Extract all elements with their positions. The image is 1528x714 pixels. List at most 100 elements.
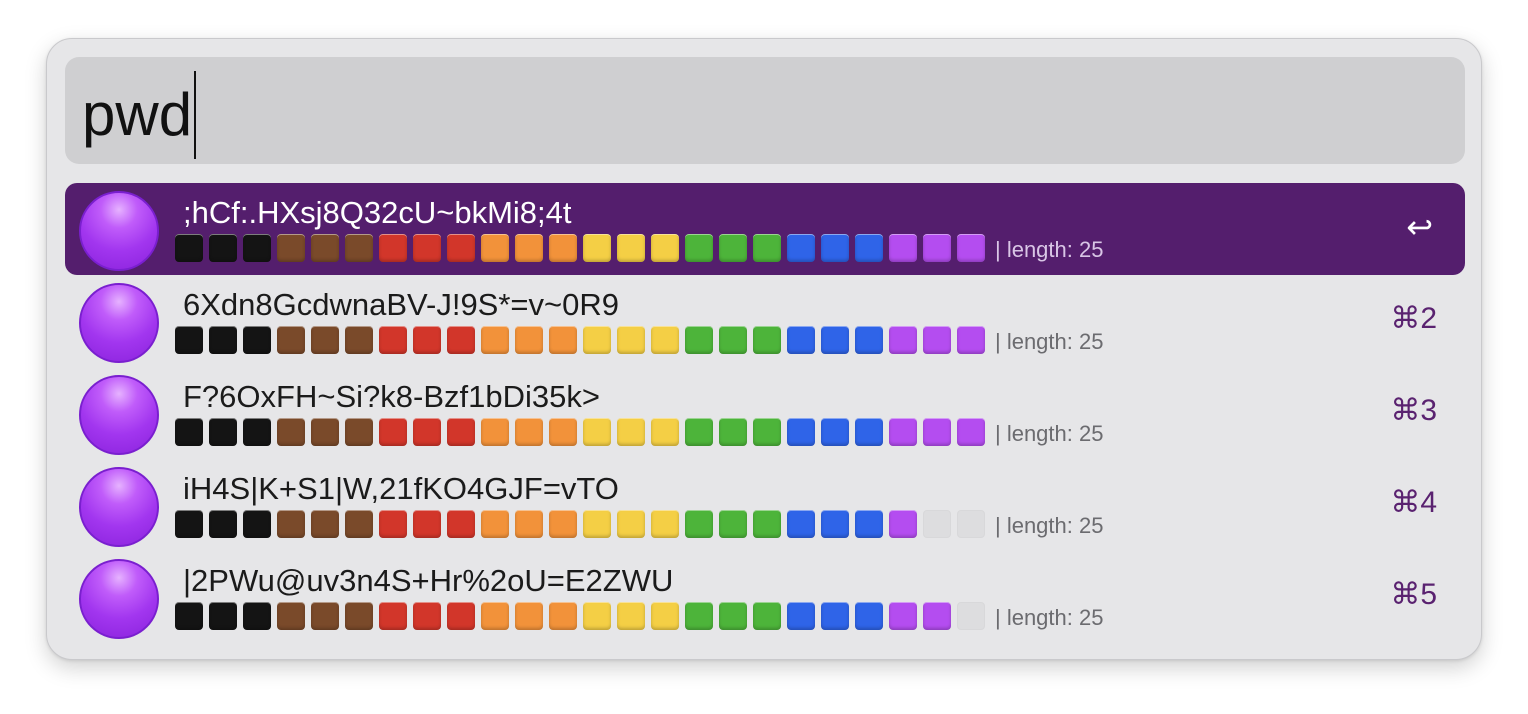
result-row[interactable]: |2PWu@uv3n4S+Hr%2oU=E2ZWU | length: 25 ⌘… (65, 551, 1465, 643)
strength-square-filled (753, 234, 781, 262)
purple-circle-icon (79, 283, 159, 363)
search-query-text: pwd (82, 81, 193, 148)
strength-square-filled (209, 602, 237, 630)
strength-square-empty (957, 510, 985, 538)
strength-square-filled (277, 234, 305, 262)
strength-square-filled (685, 234, 713, 262)
strength-square-filled (515, 234, 543, 262)
strength-square-filled (617, 510, 645, 538)
strength-meter: | length: 25 (175, 417, 1103, 447)
strength-square-filled (889, 510, 917, 538)
strength-square-filled (651, 326, 679, 354)
strength-square-filled (175, 602, 203, 630)
strength-square-filled (549, 418, 577, 446)
length-label: | length: 25 (995, 513, 1104, 538)
strength-square-filled (923, 326, 951, 354)
strength-square-filled (957, 326, 985, 354)
length-label: | length: 25 (995, 605, 1104, 630)
strength-meter: | length: 25 (175, 233, 1103, 263)
strength-square-filled (651, 510, 679, 538)
strength-square-filled (515, 510, 543, 538)
strength-square-filled (311, 602, 339, 630)
strength-square-filled (447, 510, 475, 538)
strength-square-filled (923, 602, 951, 630)
strength-square-filled (447, 234, 475, 262)
strength-square-filled (379, 234, 407, 262)
password-text: ;hCf:.HXsj8Q32cU~bkMi8;4t (183, 195, 572, 230)
strength-square-filled (583, 418, 611, 446)
text-cursor (194, 71, 197, 159)
strength-square-filled (889, 326, 917, 354)
strength-square-filled (345, 234, 373, 262)
strength-square-filled (753, 418, 781, 446)
search-input[interactable]: pwd (82, 71, 197, 159)
strength-square-filled (821, 234, 849, 262)
strength-square-filled (753, 510, 781, 538)
command-shortcut: ⌘5 (1390, 578, 1437, 611)
strength-square-filled (209, 234, 237, 262)
password-text: F?6OxFH~Si?k8-Bzf1bDi35k> (183, 379, 600, 414)
strength-square-filled (719, 418, 747, 446)
strength-square-filled (651, 418, 679, 446)
length-label: | length: 25 (995, 421, 1104, 446)
result-row[interactable]: ;hCf:.HXsj8Q32cU~bkMi8;4t | length: 25 ↩ (65, 183, 1465, 275)
strength-square-filled (379, 602, 407, 630)
strength-square-filled (923, 234, 951, 262)
strength-square-filled (957, 234, 985, 262)
strength-square-filled (855, 234, 883, 262)
strength-square-filled (719, 510, 747, 538)
strength-square-filled (413, 234, 441, 262)
strength-square-filled (583, 602, 611, 630)
length-label: | length: 25 (995, 237, 1104, 262)
strength-square-filled (379, 418, 407, 446)
strength-square-filled (617, 326, 645, 354)
command-shortcut: ⌘3 (1390, 394, 1437, 427)
password-text: 6Xdn8GcdwnaBV-J!9S*=v~0R9 (183, 287, 619, 322)
strength-square-filled (685, 510, 713, 538)
strength-square-filled (583, 326, 611, 354)
strength-square-filled (209, 510, 237, 538)
strength-square-filled (651, 234, 679, 262)
strength-square-filled (209, 326, 237, 354)
strength-square-filled (549, 234, 577, 262)
strength-square-filled (583, 234, 611, 262)
strength-meter: | length: 25 (175, 601, 1103, 631)
length-label: | length: 25 (995, 329, 1104, 354)
strength-square-filled (855, 326, 883, 354)
strength-square-filled (889, 234, 917, 262)
strength-square-filled (787, 602, 815, 630)
strength-square-filled (855, 602, 883, 630)
strength-square-filled (787, 510, 815, 538)
strength-square-filled (855, 510, 883, 538)
strength-square-filled (175, 510, 203, 538)
strength-square-filled (821, 510, 849, 538)
result-row[interactable]: iH4S|K+S1|W,21fKO4GJF=vTO | length: 25 ⌘… (65, 459, 1465, 551)
strength-square-filled (243, 602, 271, 630)
strength-square-filled (787, 418, 815, 446)
strength-square-filled (821, 602, 849, 630)
strength-square-filled (345, 602, 373, 630)
strength-square-filled (311, 510, 339, 538)
return-key-shortcut: ↩ (1406, 209, 1433, 245)
strength-square-filled (617, 234, 645, 262)
strength-square-filled (549, 602, 577, 630)
strength-meter: | length: 25 (175, 509, 1103, 539)
strength-square-filled (719, 234, 747, 262)
strength-square-filled (447, 602, 475, 630)
strength-square-filled (379, 326, 407, 354)
strength-square-filled (651, 602, 679, 630)
password-launcher-window: pwd ;hCf:.HXsj8Q32cU~bkMi8;4t | length: … (46, 38, 1482, 660)
strength-square-empty (957, 602, 985, 630)
command-shortcut: ⌘2 (1390, 302, 1437, 335)
result-row[interactable]: F?6OxFH~Si?k8-Bzf1bDi35k> | length: 25 ⌘… (65, 367, 1465, 459)
strength-square-filled (685, 326, 713, 354)
strength-square-filled (515, 326, 543, 354)
purple-circle-icon (79, 559, 159, 639)
strength-square-filled (345, 326, 373, 354)
search-field[interactable]: pwd (65, 57, 1465, 164)
strength-square-filled (889, 602, 917, 630)
strength-square-filled (481, 602, 509, 630)
result-row[interactable]: 6Xdn8GcdwnaBV-J!9S*=v~0R9 | length: 25 ⌘… (65, 275, 1465, 367)
strength-square-filled (753, 326, 781, 354)
strength-square-filled (685, 418, 713, 446)
